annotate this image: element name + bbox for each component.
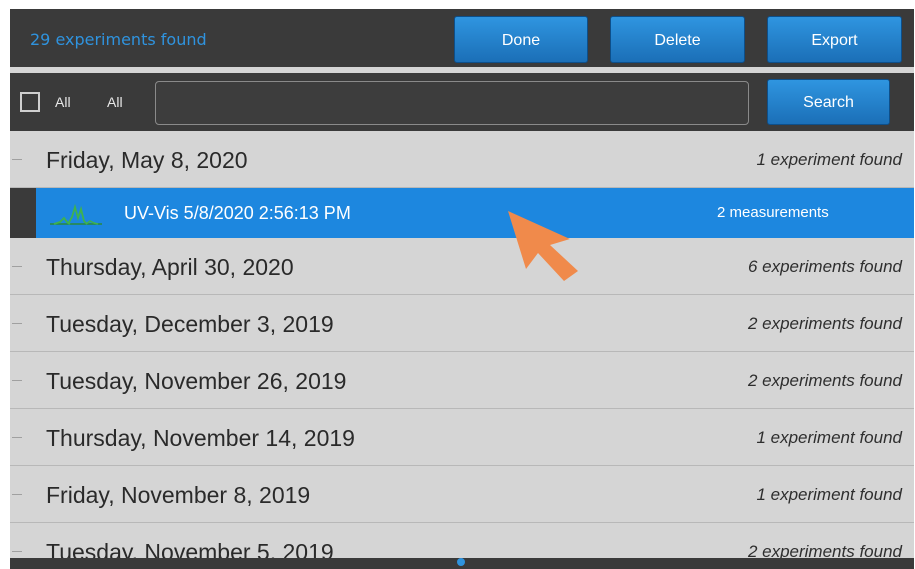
app-window: 29 experiments found Done Delete Export … <box>10 9 914 562</box>
select-all-label: All <box>55 94 71 110</box>
date-group-row[interactable]: Friday, May 8, 2020 1 experiment found <box>10 131 914 188</box>
experiment-row-selected[interactable]: UV-Vis 5/8/2020 2:56:13 PM 2 measurement… <box>10 188 914 238</box>
collapse-icon <box>12 437 22 438</box>
group-date: Tuesday, November 26, 2019 <box>46 368 347 394</box>
experiment-list: Friday, May 8, 2020 1 experiment found U… <box>10 131 914 562</box>
date-group-row[interactable]: Tuesday, November 26, 2019 2 experiments… <box>10 352 914 409</box>
search-input[interactable] <box>155 81 749 125</box>
type-filter[interactable]: All <box>107 73 123 131</box>
collapse-icon <box>12 494 22 495</box>
group-count: 2 experiments found <box>747 542 902 561</box>
filter-bar: All All Search <box>10 73 914 131</box>
group-count: 1 experiment found <box>756 150 902 169</box>
date-group-row[interactable]: Thursday, April 30, 2020 6 experiments f… <box>10 238 914 295</box>
group-date: Friday, May 8, 2020 <box>46 147 248 173</box>
group-count: 6 experiments found <box>747 257 902 276</box>
measurement-count: 2 measurements <box>717 204 829 221</box>
date-group-row[interactable]: Thursday, November 14, 2019 1 experiment… <box>10 409 914 466</box>
group-date: Thursday, April 30, 2020 <box>46 254 294 280</box>
date-group-row[interactable]: Tuesday, November 5, 2019 2 experiments … <box>10 523 914 562</box>
selection-marker <box>10 188 36 238</box>
export-button[interactable]: Export <box>767 16 902 63</box>
scroll-indicator <box>457 558 465 566</box>
bottom-bar <box>10 558 914 569</box>
date-group-row[interactable]: Tuesday, December 3, 2019 2 experiments … <box>10 295 914 352</box>
spectrum-icon <box>50 203 102 225</box>
group-count: 2 experiments found <box>747 371 902 390</box>
select-all-checkbox[interactable] <box>20 92 40 112</box>
group-count: 2 experiments found <box>747 314 902 333</box>
collapse-icon <box>12 551 22 552</box>
group-date: Thursday, November 14, 2019 <box>46 425 355 451</box>
group-date: Tuesday, November 5, 2019 <box>46 539 334 562</box>
group-count: 1 experiment found <box>756 428 902 447</box>
done-button[interactable]: Done <box>454 16 588 63</box>
group-date: Friday, November 8, 2019 <box>46 482 311 508</box>
search-button[interactable]: Search <box>767 79 890 125</box>
collapse-icon <box>12 323 22 324</box>
collapse-icon <box>12 380 22 381</box>
group-date: Tuesday, December 3, 2019 <box>46 311 334 337</box>
collapse-icon <box>12 159 22 160</box>
date-group-row[interactable]: Friday, November 8, 2019 1 experiment fo… <box>10 466 914 523</box>
results-count-title: 29 experiments found <box>30 30 207 49</box>
arrow-cursor-icon <box>508 211 578 281</box>
delete-button[interactable]: Delete <box>610 16 745 63</box>
top-toolbar: 29 experiments found Done Delete Export <box>10 9 914 67</box>
experiment-name: UV-Vis 5/8/2020 2:56:13 PM <box>124 203 351 223</box>
collapse-icon <box>12 266 22 267</box>
group-count: 1 experiment found <box>756 485 902 504</box>
